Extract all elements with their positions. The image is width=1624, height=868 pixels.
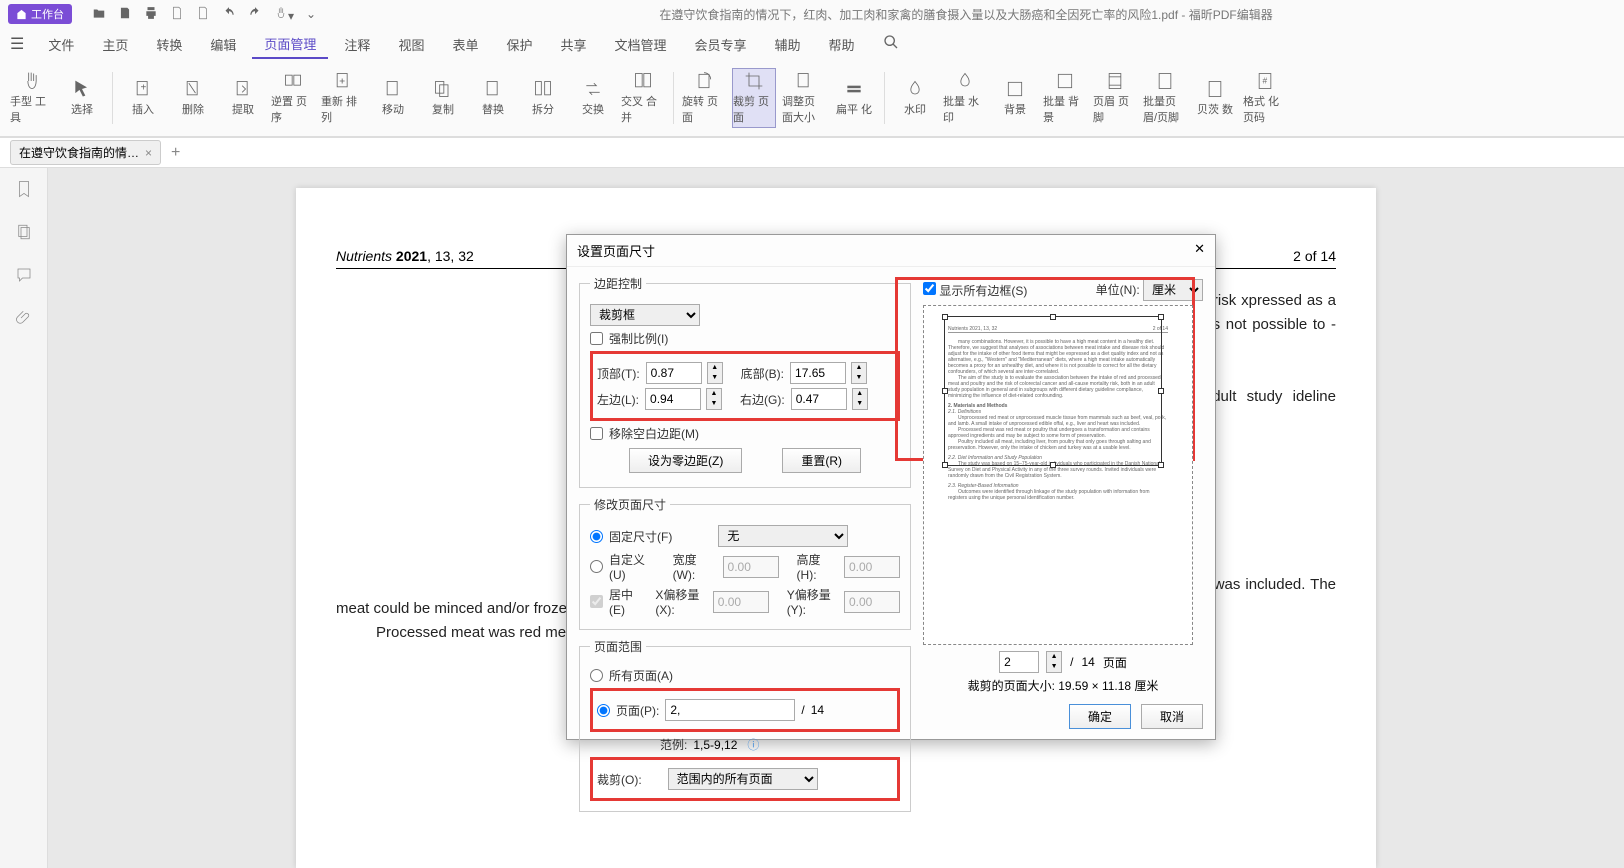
- comment-icon[interactable]: [15, 266, 33, 289]
- menu-help[interactable]: 帮助: [817, 31, 867, 58]
- ribbon-hand-tool[interactable]: 手型 工具: [10, 68, 54, 128]
- menu-home[interactable]: 主页: [90, 31, 140, 58]
- custom-radio[interactable]: [590, 560, 603, 573]
- margin-control-legend: 边距控制: [590, 275, 646, 292]
- modify-size-legend: 修改页面尺寸: [590, 496, 670, 513]
- menu-view[interactable]: 视图: [386, 31, 436, 58]
- ribbon-extract[interactable]: 提取: [221, 68, 265, 128]
- menu-assist[interactable]: 辅助: [763, 31, 813, 58]
- left-spinner[interactable]: ▲▼: [706, 388, 722, 410]
- menu-page-manage[interactable]: 页面管理: [252, 30, 328, 59]
- search-icon[interactable]: [883, 34, 899, 55]
- preview-page-input[interactable]: [999, 651, 1039, 673]
- menu-share[interactable]: 共享: [548, 31, 598, 58]
- ribbon-reverse[interactable]: 逆置 页序: [271, 68, 315, 128]
- set-zero-button[interactable]: 设为零边距(Z): [629, 448, 742, 473]
- right-spinner[interactable]: ▲▼: [852, 388, 868, 410]
- page-icon[interactable]: [170, 6, 184, 23]
- save-icon[interactable]: [118, 6, 132, 23]
- workspace-tab[interactable]: 工作台: [8, 4, 72, 24]
- remove-blank-checkbox[interactable]: [590, 427, 603, 440]
- menu-annotate[interactable]: 注释: [332, 31, 382, 58]
- close-tab-icon[interactable]: ×: [145, 146, 152, 160]
- height-input: [844, 556, 900, 578]
- dropdown-icon[interactable]: ⌄: [306, 7, 316, 21]
- ribbon-background[interactable]: 背景: [993, 68, 1037, 128]
- yoffset-input: [844, 591, 900, 613]
- fixed-size-select[interactable]: 无: [718, 525, 848, 547]
- ribbon-batch-wm[interactable]: 批量 水印: [943, 68, 987, 128]
- redo-icon[interactable]: [248, 6, 262, 23]
- print-icon[interactable]: [144, 6, 158, 23]
- fixed-size-radio[interactable]: [590, 530, 603, 543]
- pages-radio[interactable]: [597, 704, 610, 717]
- hand-icon[interactable]: ▾: [274, 6, 294, 23]
- new-tab-button[interactable]: +: [171, 144, 180, 162]
- open-icon[interactable]: [92, 6, 106, 23]
- ribbon-select[interactable]: 选择: [60, 68, 104, 128]
- xoffset-input: [713, 591, 769, 613]
- ribbon-replace[interactable]: 替换: [471, 68, 515, 128]
- preview-panel: Nutrients 2021, 13, 322 of 14 many combi…: [923, 305, 1193, 645]
- page-size-dialog: 设置页面尺寸 ✕ 边距控制 裁剪框 强制比例(I) 顶部(T): ▲▼: [566, 234, 1216, 740]
- right-input[interactable]: [791, 388, 847, 410]
- svg-text:+: +: [141, 83, 147, 94]
- ribbon-header-footer[interactable]: 页眉 页脚: [1093, 68, 1137, 128]
- menu-convert[interactable]: 转换: [144, 31, 194, 58]
- ribbon-insert[interactable]: +插入: [121, 68, 165, 128]
- menu-vip[interactable]: 会员专享: [683, 31, 759, 58]
- width-input: [723, 556, 779, 578]
- attachment-icon[interactable]: [15, 309, 33, 332]
- svg-text:#: #: [1263, 76, 1268, 86]
- ribbon-batch-hf[interactable]: 批量页 眉/页脚: [1143, 68, 1187, 128]
- ribbon-watermark[interactable]: 水印: [893, 68, 937, 128]
- menu-protect[interactable]: 保护: [494, 31, 544, 58]
- page-range-legend: 页面范围: [590, 638, 646, 655]
- preview-page-spinner[interactable]: ▲▼: [1046, 651, 1062, 673]
- hamburger-icon[interactable]: ☰: [10, 34, 24, 54]
- pages-icon[interactable]: [15, 223, 33, 246]
- reset-button[interactable]: 重置(R): [782, 448, 861, 473]
- dialog-close-icon[interactable]: ✕: [1194, 241, 1205, 260]
- bottom-input[interactable]: [790, 362, 846, 384]
- bottom-spinner[interactable]: ▲▼: [851, 362, 867, 384]
- left-input[interactable]: [645, 388, 701, 410]
- undo-icon[interactable]: [222, 6, 236, 23]
- ribbon-swap[interactable]: 交换: [571, 68, 615, 128]
- all-pages-radio[interactable]: [590, 669, 603, 682]
- ok-button[interactable]: 确定: [1069, 704, 1131, 729]
- ribbon-cross-merge[interactable]: 交叉 合并: [621, 68, 665, 128]
- doc-title: 在遵守饮食指南的情况下，红肉、加工肉和家禽的膳食摄入量以及大肠癌和全因死亡率的风…: [316, 6, 1616, 23]
- ribbon-format-pn[interactable]: #格式 化页码: [1243, 68, 1287, 128]
- crop-option-select[interactable]: 范围内的所有页面: [668, 768, 818, 790]
- ribbon-move[interactable]: 移动: [371, 68, 415, 128]
- dialog-title: 设置页面尺寸: [577, 241, 655, 260]
- ribbon-flatten[interactable]: 扁平 化: [832, 68, 876, 128]
- bookmark-icon[interactable]: [15, 180, 33, 203]
- ribbon-rotate[interactable]: 旋转 页面: [682, 68, 726, 128]
- menu-file[interactable]: 文件: [36, 31, 86, 58]
- ribbon-split[interactable]: 拆分: [521, 68, 565, 128]
- force-ratio-checkbox[interactable]: [590, 332, 603, 345]
- info-icon[interactable]: ⓘ: [747, 736, 759, 753]
- ribbon-batch-bg[interactable]: 批量 背景: [1043, 68, 1087, 128]
- pages-input[interactable]: [665, 699, 795, 721]
- page-icon2[interactable]: [196, 6, 210, 23]
- document-tab[interactable]: 在遵守饮食指南的情… ×: [10, 140, 161, 165]
- menu-form[interactable]: 表单: [440, 31, 490, 58]
- menu-doc-manage[interactable]: 文档管理: [603, 31, 679, 58]
- ribbon-crop[interactable]: 裁剪 页面: [732, 68, 776, 128]
- ribbon-bates[interactable]: 贝茨 数: [1193, 68, 1237, 128]
- ribbon-resize[interactable]: 调整页 面大小: [782, 68, 826, 128]
- ribbon-delete[interactable]: 删除: [171, 68, 215, 128]
- ribbon-rearrange[interactable]: 重新 排列: [321, 68, 365, 128]
- top-spinner[interactable]: ▲▼: [707, 362, 723, 384]
- cancel-button[interactable]: 取消: [1141, 704, 1203, 729]
- top-input[interactable]: [646, 362, 702, 384]
- crop-box-select[interactable]: 裁剪框: [590, 304, 700, 326]
- ribbon-duplicate[interactable]: 复制: [421, 68, 465, 128]
- center-checkbox: [590, 595, 603, 608]
- menu-edit[interactable]: 编辑: [198, 31, 248, 58]
